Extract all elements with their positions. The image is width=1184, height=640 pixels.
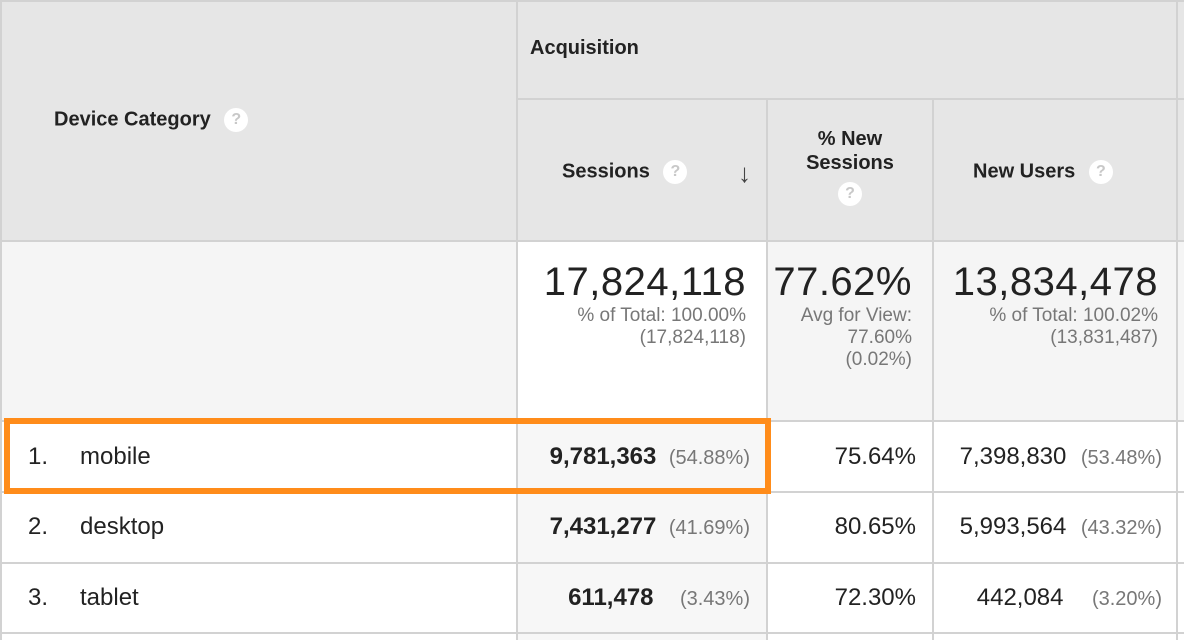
row-pct-new: 72.30% xyxy=(834,584,916,611)
grid-line xyxy=(0,562,1184,564)
pct-new-sessions-label-group[interactable]: % New Sessions ? xyxy=(767,127,933,206)
pct-new-sessions-label-line2: Sessions xyxy=(806,152,894,174)
grid-line xyxy=(0,0,2,640)
row-new-users-value: 5,993,564 xyxy=(959,513,1067,540)
summary-new-users-line2: (13,831,487) xyxy=(1050,327,1158,348)
row-rank: 1. xyxy=(28,443,49,470)
row-device-link[interactable]: desktop xyxy=(80,513,164,541)
grid-line xyxy=(1176,0,1178,640)
row-sessions-value: 611,478 xyxy=(568,584,654,611)
grid-line xyxy=(0,0,1184,2)
summary-sessions-line2: (17,824,118) xyxy=(639,327,746,348)
acquisition-label: Acquisition xyxy=(530,37,639,59)
summary-pct-new-line2: 77.60% xyxy=(847,327,912,348)
help-icon[interactable]: ? xyxy=(224,108,249,132)
device-category-label: Device Category xyxy=(54,108,211,131)
sort-descending-icon[interactable]: ↓ xyxy=(738,158,751,189)
row-sessions-value: 7,431,277 xyxy=(549,513,657,540)
summary-pct-new-line3: (0.02%) xyxy=(845,349,912,370)
summary-sessions: 17,824,118 % of Total: 100.00% (17,824,1… xyxy=(520,260,746,349)
summary-pct-new: 77.62% Avg for View: 77.60% (0.02%) xyxy=(770,260,912,371)
help-icon[interactable]: ? xyxy=(1088,160,1113,184)
new-users-label: New Users xyxy=(973,160,1076,183)
row-sessions-value: 9,781,363 xyxy=(549,443,657,470)
device-category-label-group: Device Category ? xyxy=(54,108,249,132)
grid-line xyxy=(0,491,1184,493)
summary-label-cell xyxy=(0,241,517,421)
row-sessions: 7,431,277 (41.69%) xyxy=(520,513,750,541)
row-new-users: 442,084 (3.20%) xyxy=(936,584,1162,612)
row-new-users-pct: (3.20%) xyxy=(1091,588,1162,610)
row-sessions-pct: (54.88%) xyxy=(668,447,750,469)
grid-line xyxy=(0,420,1184,422)
grid-line xyxy=(0,240,1184,242)
row-new-users-value: 7,398,830 xyxy=(959,443,1067,470)
sessions-label-group[interactable]: Sessions ? xyxy=(562,160,688,184)
grid-line xyxy=(516,0,518,640)
row-device-link[interactable]: tablet xyxy=(80,584,139,612)
row-new-users-pct: (53.48%) xyxy=(1080,447,1162,469)
row-device-link[interactable]: mobile xyxy=(80,443,151,471)
row-pct-new: 80.65% xyxy=(834,513,916,540)
new-users-label-group[interactable]: New Users ? xyxy=(973,160,1113,184)
summary-new-users-value: 13,834,478 xyxy=(952,260,1158,304)
row-sessions: 611,478 (3.43%) xyxy=(520,584,750,612)
row-new-users-value: 442,084 xyxy=(976,584,1064,611)
help-icon[interactable]: ? xyxy=(838,181,862,206)
row-sessions-pct: (41.69%) xyxy=(668,517,750,539)
row-new-users: 7,398,830 (53.48%) xyxy=(936,443,1162,471)
row-rank: 2. xyxy=(28,513,49,540)
summary-sessions-line1: % of Total: 100.00% xyxy=(577,305,746,326)
grid-line xyxy=(517,98,1184,100)
grid-line xyxy=(0,632,1184,634)
row-new-users: 5,993,564 (43.32%) xyxy=(936,513,1162,541)
sessions-label: Sessions xyxy=(562,160,650,183)
summary-pct-new-line1: Avg for View: xyxy=(800,305,912,326)
row-sessions: 9,781,363 (54.88%) xyxy=(520,443,750,471)
row-new-users-pct: (43.32%) xyxy=(1080,517,1162,539)
summary-new-users-line1: % of Total: 100.02% xyxy=(989,305,1158,326)
summary-new-users: 13,834,478 % of Total: 100.02% (13,831,4… xyxy=(936,260,1158,349)
summary-sessions-value: 17,824,118 xyxy=(543,260,746,304)
help-icon[interactable]: ? xyxy=(663,160,688,184)
row-rank: 3. xyxy=(28,584,49,611)
summary-pct-new-value: 77.62% xyxy=(773,260,912,304)
pct-new-sessions-label-line1: % New xyxy=(817,128,883,150)
row-sessions-pct: (3.43%) xyxy=(679,588,750,610)
row-pct-new: 75.64% xyxy=(834,443,916,470)
